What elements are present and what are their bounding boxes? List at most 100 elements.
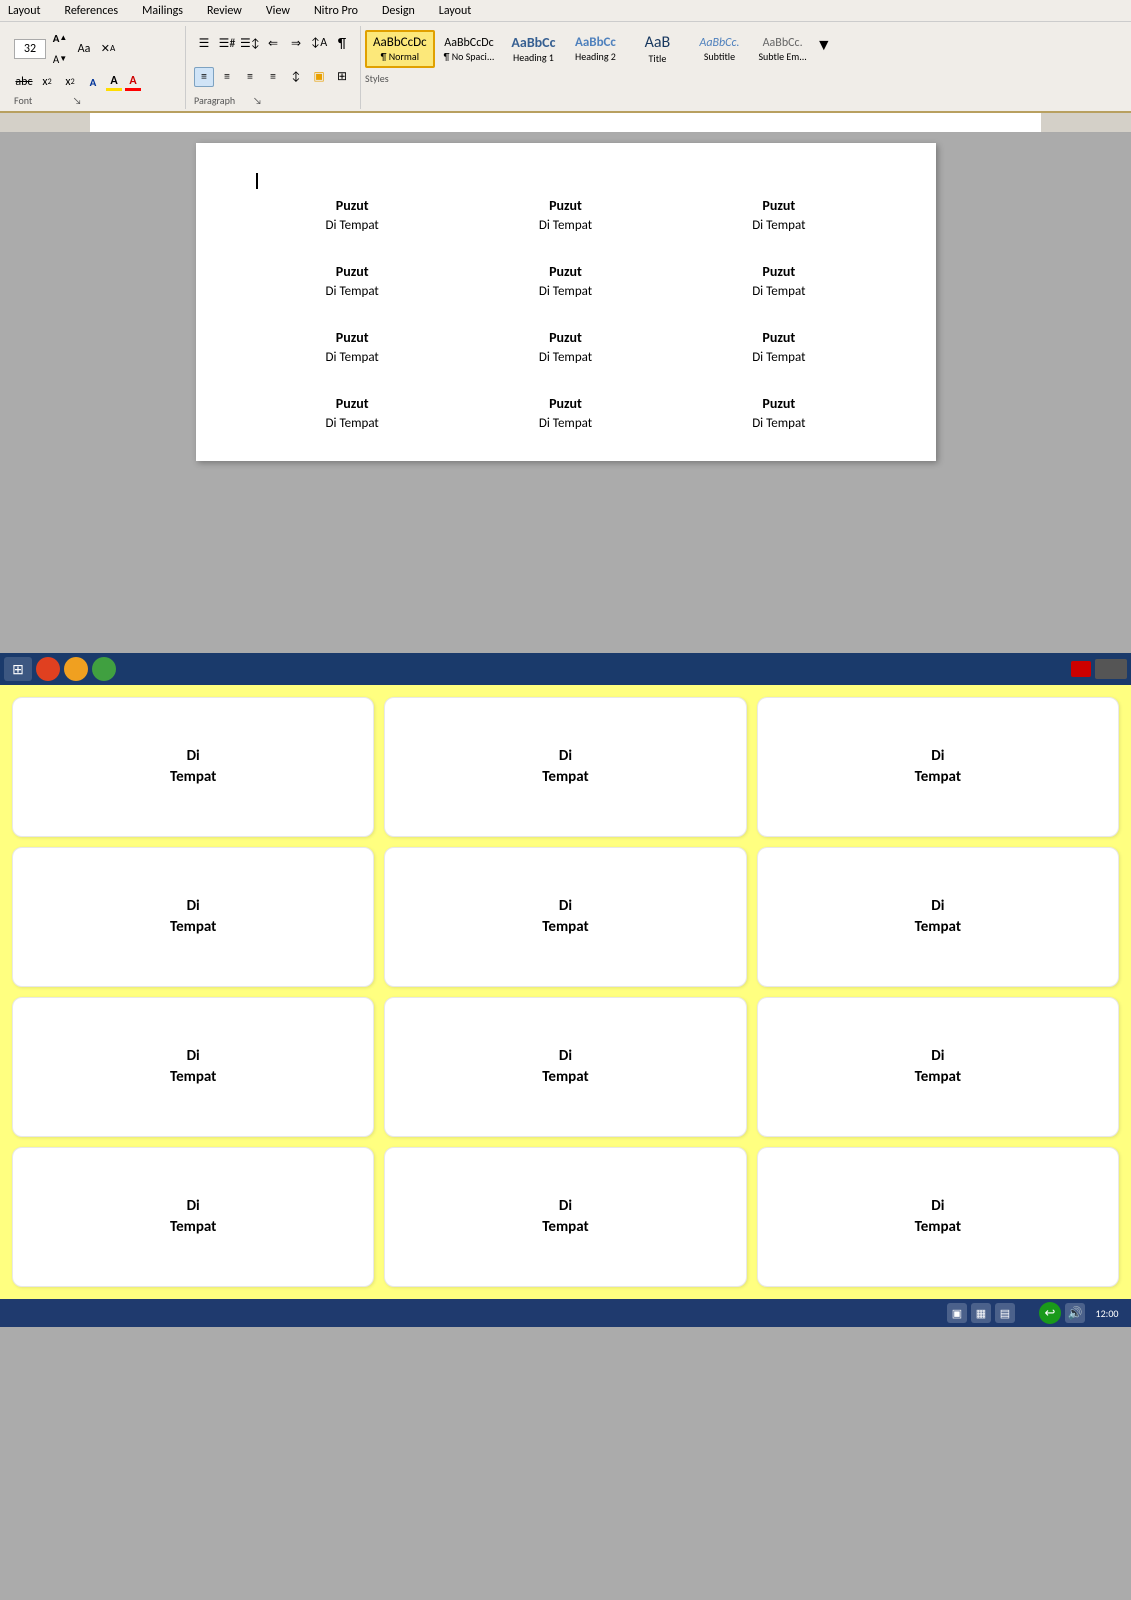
style-h1-label: Heading 1 xyxy=(513,51,554,64)
font-size-value: 32 xyxy=(24,42,36,56)
font-size-box[interactable]: 32 xyxy=(14,39,46,59)
align-center-btn[interactable]: ≡ xyxy=(217,67,237,87)
window-layout-icon-3[interactable]: ▤ xyxy=(995,1303,1015,1323)
borders-btn[interactable]: ⊞ xyxy=(332,67,352,87)
style-subtitle[interactable]: AaBbCc. Subtitle xyxy=(689,30,749,68)
app-icon-2[interactable] xyxy=(64,657,88,681)
styles-section-label: Styles xyxy=(365,72,1121,85)
style-heading1[interactable]: AaBbCc Heading 1 xyxy=(503,30,563,68)
menu-layout[interactable]: Layout xyxy=(4,2,45,20)
style-nospace-sample: AaBbCcDc xyxy=(444,36,493,50)
doc-cell-1-1: Puzut Di Tempat xyxy=(256,197,449,233)
align-left-btn[interactable]: ≡ xyxy=(194,67,214,87)
sort-btn[interactable]: ↕A xyxy=(309,33,329,53)
style-heading2[interactable]: AaBbCc Heading 2 xyxy=(565,30,625,68)
style-nospacing[interactable]: AaBbCcDc ¶ No Spaci... xyxy=(437,30,502,68)
style-normal[interactable]: AaBbCcDc ¶ Normal xyxy=(365,30,435,68)
font-size-up-btn[interactable]: A▲ xyxy=(50,28,70,48)
clear-format-btn[interactable]: ✕A xyxy=(98,39,118,59)
doc-cell-1-2: Puzut Di Tempat xyxy=(469,197,662,233)
multilevel-list-btn[interactable]: ☰↕ xyxy=(240,33,260,53)
menu-review[interactable]: Review xyxy=(203,2,246,20)
style-h2-sample: AaBbCc xyxy=(575,35,616,50)
font-section-label: Font ↘ xyxy=(14,94,82,107)
align-right-btn[interactable]: ≡ xyxy=(240,67,260,87)
label-text: DiTempat xyxy=(170,1046,216,1088)
doc-cell-subtitle: Di Tempat xyxy=(682,218,875,233)
start-button[interactable]: ⊞ xyxy=(4,657,32,681)
menu-mailings[interactable]: Mailings xyxy=(138,2,187,20)
doc-cell-title: Puzut xyxy=(469,197,662,214)
volume-icon[interactable]: 🔊 xyxy=(1065,1303,1085,1323)
show-formatting-btn[interactable]: ¶ xyxy=(332,33,352,53)
doc-cell-subtitle: Di Tempat xyxy=(682,350,875,365)
highlight-btn[interactable]: A xyxy=(106,74,122,91)
doc-cell-subtitle: Di Tempat xyxy=(682,284,875,299)
strikethrough-btn[interactable]: abc xyxy=(14,72,34,92)
label-area: DiTempat DiTempat DiTempat DiTempat DiTe… xyxy=(0,685,1131,1299)
style-nospace-label: ¶ No Spaci... xyxy=(444,50,495,63)
menu-design[interactable]: Design xyxy=(378,2,419,20)
font-case-btn[interactable]: Aa xyxy=(74,39,94,59)
doc-cell-subtitle: Di Tempat xyxy=(256,350,449,365)
app-icon-3[interactable] xyxy=(92,657,116,681)
superscript-btn[interactable]: x2 xyxy=(60,72,80,92)
doc-cell-3-1: Puzut Di Tempat xyxy=(256,329,449,365)
menu-view[interactable]: View xyxy=(262,2,294,20)
numbered-list-btn[interactable]: ☰# xyxy=(217,33,237,53)
label-cell-4-3: DiTempat xyxy=(757,1147,1119,1287)
font-color-btn[interactable]: A xyxy=(125,74,141,91)
ruler xyxy=(0,113,1131,133)
app-icon-1[interactable] xyxy=(36,657,60,681)
menu-references[interactable]: References xyxy=(61,2,123,20)
label-cell-3-1: DiTempat xyxy=(12,997,374,1137)
text-effects-btn[interactable]: A xyxy=(83,72,103,92)
font-size-down-btn[interactable]: A▼ xyxy=(50,49,70,69)
taskbar: ⊞ xyxy=(0,653,1131,685)
styles-group: AaBbCcDc ¶ Normal AaBbCcDc ¶ No Spaci...… xyxy=(361,26,1125,109)
window-layout-icon-2[interactable]: ▦ xyxy=(971,1303,991,1323)
doc-cell-title: Puzut xyxy=(682,263,875,280)
shading-btn[interactable]: ▣ xyxy=(309,67,329,87)
styles-expand-btn[interactable]: ▼ xyxy=(816,38,832,54)
doc-cell-2-1: Puzut Di Tempat xyxy=(256,263,449,299)
label-text: DiTempat xyxy=(170,746,216,788)
label-cell-2-3: DiTempat xyxy=(757,847,1119,987)
window-icon-1[interactable] xyxy=(1071,661,1091,677)
style-title[interactable]: AaB Title xyxy=(627,30,687,68)
window-layout-icon-1[interactable]: ▣ xyxy=(947,1303,967,1323)
menu-layout2[interactable]: Layout xyxy=(435,2,476,20)
doc-cell-title: Puzut xyxy=(256,197,449,214)
doc-cell-title: Puzut xyxy=(469,395,662,412)
paragraph-section-label: Paragraph ↘ xyxy=(194,94,262,107)
style-h1-sample: AaBbCc xyxy=(511,34,555,51)
style-subtle[interactable]: AaBbCc. Subtle Em... xyxy=(751,30,813,68)
line-spacing-btn[interactable]: ↕ xyxy=(286,67,306,87)
window-btn-1[interactable] xyxy=(1095,659,1127,679)
bullet-list-btn[interactable]: ☰ xyxy=(194,33,214,53)
doc-cell-title: Puzut xyxy=(682,197,875,214)
label-cell-2-1: DiTempat xyxy=(12,847,374,987)
label-text: DiTempat xyxy=(542,746,588,788)
style-normal-sample: AaBbCcDc xyxy=(373,35,427,50)
document-page: Puzut Di Tempat Puzut Di Tempat Puzut Di… xyxy=(196,143,936,461)
increase-indent-btn[interactable]: ⇒ xyxy=(286,33,306,53)
doc-cell-subtitle: Di Tempat xyxy=(256,284,449,299)
label-text: DiTempat xyxy=(542,1046,588,1088)
decrease-indent-btn[interactable]: ⇐ xyxy=(263,33,283,53)
style-title-label: Title xyxy=(649,52,667,65)
doc-cell-1-3: Puzut Di Tempat xyxy=(682,197,875,233)
doc-cell-subtitle: Di Tempat xyxy=(469,284,662,299)
doc-cell-title: Puzut xyxy=(256,329,449,346)
doc-cell-subtitle: Di Tempat xyxy=(682,416,875,431)
back-btn[interactable]: ↩ xyxy=(1039,1302,1061,1324)
menu-nitropro[interactable]: Nitro Pro xyxy=(310,2,362,20)
justify-btn[interactable]: ≡ xyxy=(263,67,283,87)
doc-cell-4-3: Puzut Di Tempat xyxy=(682,395,875,431)
styles-more[interactable]: ▼ xyxy=(816,30,832,68)
doc-cell-title: Puzut xyxy=(256,395,449,412)
doc-cell-title: Puzut xyxy=(469,263,662,280)
ruler-inner xyxy=(90,113,1041,132)
doc-cell-subtitle: Di Tempat xyxy=(469,350,662,365)
subscript-btn[interactable]: x2 xyxy=(37,72,57,92)
